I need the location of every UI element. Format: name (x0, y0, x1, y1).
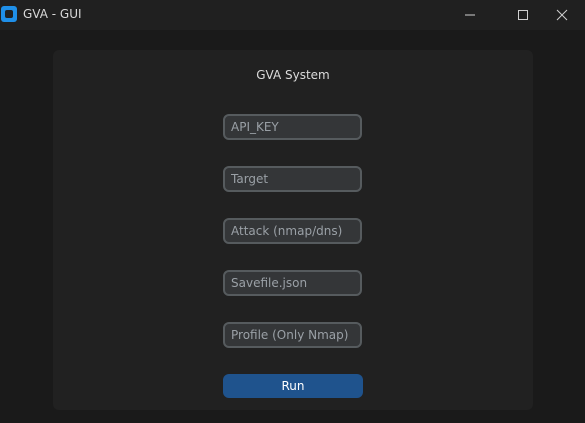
api-key-input[interactable] (223, 114, 362, 140)
savefile-input[interactable] (223, 270, 362, 296)
run-button[interactable]: Run (223, 374, 363, 398)
page-title: GVA System (256, 68, 330, 82)
minimize-button[interactable] (447, 0, 493, 30)
attack-input[interactable] (223, 218, 362, 244)
close-icon (556, 9, 568, 21)
maximize-icon (518, 10, 528, 20)
main-frame: GVA System Run (53, 50, 533, 410)
app-window: GVA - GUI GVA System Run (0, 0, 585, 423)
app-icon (1, 6, 17, 22)
minimize-icon (465, 14, 475, 16)
title-bar[interactable]: GVA - GUI (0, 0, 585, 30)
close-button[interactable] (539, 0, 585, 30)
target-input[interactable] (223, 166, 362, 192)
window-title: GVA - GUI (23, 7, 82, 21)
profile-input[interactable] (223, 322, 362, 348)
